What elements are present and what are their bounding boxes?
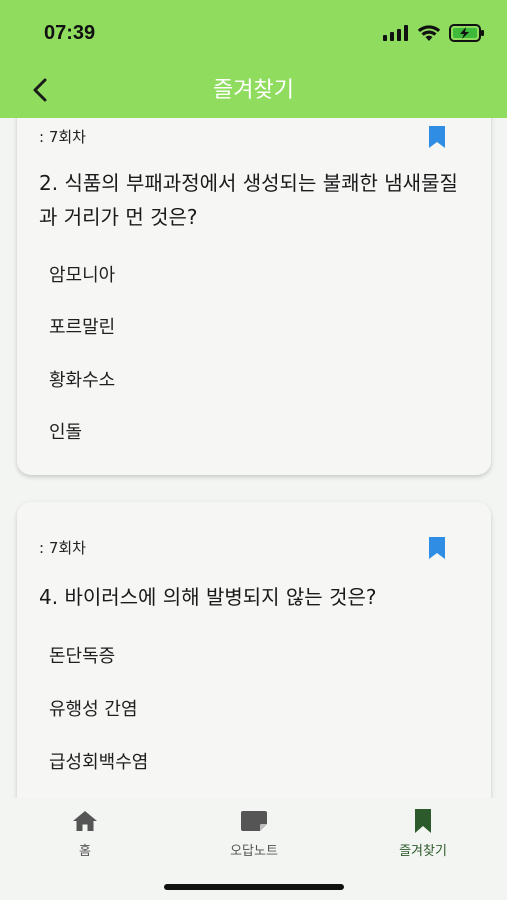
answer-option[interactable]: 돈단독증 xyxy=(49,642,115,668)
app-bar: 즐겨찾기 xyxy=(0,62,507,118)
question-card: : 7회차 4. 바이러스에 의해 발병되지 않는 것은? 돈단독증 유행성 간… xyxy=(17,502,491,798)
page-title: 즐겨찾기 xyxy=(213,78,294,103)
cellular-signal-icon xyxy=(383,25,409,45)
answer-option[interactable]: 포르말린 xyxy=(49,313,115,339)
battery-charging-icon xyxy=(449,24,485,46)
home-icon xyxy=(73,811,97,831)
status-icons xyxy=(383,24,485,46)
favorites-list[interactable]: : 7회차 2. 식품의 부패과정에서 생성되는 불쾌한 냄새물질과 거리가 먼… xyxy=(0,118,507,798)
nav-home-label: 홈 xyxy=(79,844,91,859)
answer-option[interactable]: 유행성 간염 xyxy=(49,695,138,721)
status-bar: 07:39 xyxy=(0,0,507,62)
answer-option[interactable]: 급성회백수염 xyxy=(49,748,148,774)
nav-wrong-note-label: 오답노트 xyxy=(230,844,278,859)
answer-option[interactable]: 암모니아 xyxy=(49,261,115,287)
bookmark-icon xyxy=(415,809,431,833)
status-time: 07:39 xyxy=(44,22,96,44)
round-label: : 7회차 xyxy=(39,539,86,557)
answer-option[interactable]: 황화수소 xyxy=(49,366,115,392)
nav-favorites-label: 즐겨찾기 xyxy=(399,844,447,859)
bookmark-icon[interactable] xyxy=(427,126,447,148)
question-text: 4. 바이러스에 의해 발병되지 않는 것은? xyxy=(39,585,377,609)
answer-option[interactable]: 인돌 xyxy=(49,418,82,444)
wifi-icon xyxy=(417,24,441,46)
nav-home[interactable]: 홈 xyxy=(25,808,145,859)
round-label: : 7회차 xyxy=(39,128,86,146)
question-text: 2. 식품의 부패과정에서 생성되는 불쾌한 냄새물질과 거리가 먼 것은? xyxy=(39,171,458,229)
note-icon xyxy=(241,811,267,831)
bookmark-icon[interactable] xyxy=(427,537,447,559)
nav-favorites[interactable]: 즐겨찾기 xyxy=(363,808,483,859)
question-card: : 7회차 2. 식품의 부패과정에서 생성되는 불쾌한 냄새물질과 거리가 먼… xyxy=(17,118,491,475)
home-indicator xyxy=(164,884,344,890)
nav-wrong-note[interactable]: 오답노트 xyxy=(194,808,314,859)
